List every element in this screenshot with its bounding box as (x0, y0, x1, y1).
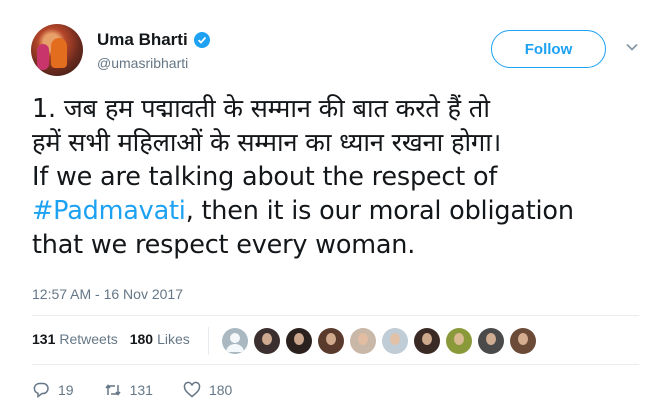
tweet-line: that we respect every woman. (32, 230, 416, 260)
liker-avatar[interactable] (446, 328, 472, 354)
liker-avatar[interactable] (318, 328, 344, 354)
liker-avatar[interactable] (478, 328, 504, 354)
tweet-line: If we are talking about the respect of (32, 162, 498, 192)
verified-badge-icon (193, 32, 210, 48)
hashtag-link[interactable]: #Padmavati (32, 196, 186, 226)
retweet-count: 131 (129, 382, 153, 398)
profile-avatar[interactable] (31, 24, 83, 76)
like-button[interactable]: 180 (183, 381, 232, 399)
tweet-text: 1. जब हम पद्मावती के सम्मान की बात करते … (32, 92, 642, 262)
liker-avatars (222, 328, 536, 354)
divider (32, 315, 639, 316)
tweet-actions: 19 131 180 (32, 381, 262, 399)
reply-button[interactable]: 19 (32, 381, 74, 399)
divider (32, 364, 639, 365)
liker-avatar[interactable] (222, 328, 248, 354)
liker-avatar[interactable] (286, 328, 312, 354)
tweet-line: 1. जब हम पद्मावती के सम्मान की बात करते … (32, 94, 490, 124)
liker-avatar[interactable] (350, 328, 376, 354)
retweets-count: 131 (32, 331, 56, 347)
tweet-line: हमें सभी महिलाओं के सम्मान का ध्यान रखना… (32, 128, 502, 158)
liker-avatar[interactable] (414, 328, 440, 354)
display-name[interactable]: Uma Bharti (97, 30, 188, 50)
avatar-figure (51, 38, 67, 68)
liker-avatar[interactable] (382, 328, 408, 354)
avatar-figure (37, 44, 49, 70)
heart-icon (183, 381, 201, 398)
tweet-timestamp[interactable]: 12:57 AM - 16 Nov 2017 (32, 286, 183, 302)
like-count: 180 (208, 382, 233, 398)
likes-stat[interactable]: 180 Likes (130, 331, 190, 347)
liker-avatar[interactable] (510, 328, 536, 354)
reply-count: 19 (58, 382, 74, 398)
follow-button[interactable]: Follow (491, 30, 606, 68)
retweet-button[interactable]: 131 (104, 381, 153, 399)
author-name-row[interactable]: Uma Bharti (97, 30, 210, 50)
tweet-line: #Padmavati, then it is our moral obligat… (32, 194, 642, 228)
tweet-stats: 131 Retweets 180 Likes (32, 331, 202, 347)
likes-count: 180 (129, 331, 154, 347)
chevron-down-icon[interactable] (625, 40, 639, 54)
stats-separator (208, 327, 209, 355)
liker-avatar[interactable] (254, 328, 280, 354)
tweet-line-rest: , then it is our moral obligation (185, 196, 574, 226)
retweets-label: Retweets (59, 331, 118, 347)
likes-label: Likes (157, 331, 190, 347)
user-handle[interactable]: @umasribharti (97, 55, 188, 71)
reply-icon (33, 382, 49, 398)
retweets-stat[interactable]: 131 Retweets (32, 331, 118, 347)
retweet-icon (104, 384, 121, 396)
